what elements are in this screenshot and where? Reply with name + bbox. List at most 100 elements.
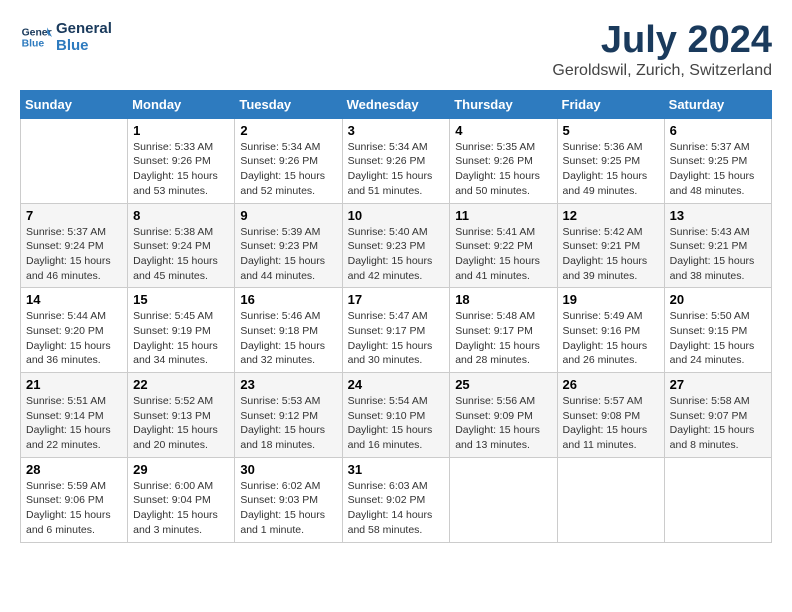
- calendar-cell: 9Sunrise: 5:39 AMSunset: 9:23 PMDaylight…: [235, 203, 342, 288]
- calendar-cell: 8Sunrise: 5:38 AMSunset: 9:24 PMDaylight…: [128, 203, 235, 288]
- day-info: Sunrise: 6:02 AMSunset: 9:03 PMDaylight:…: [240, 479, 336, 538]
- day-number: 6: [670, 123, 766, 138]
- day-info: Sunrise: 5:33 AMSunset: 9:26 PMDaylight:…: [133, 140, 229, 199]
- day-info: Sunrise: 5:50 AMSunset: 9:15 PMDaylight:…: [670, 309, 766, 368]
- logo-general: General: [56, 20, 112, 37]
- day-info: Sunrise: 5:34 AMSunset: 9:26 PMDaylight:…: [348, 140, 445, 199]
- calendar-week-4: 21Sunrise: 5:51 AMSunset: 9:14 PMDayligh…: [21, 373, 772, 458]
- day-info: Sunrise: 5:52 AMSunset: 9:13 PMDaylight:…: [133, 394, 229, 453]
- calendar-cell: 15 Sunrise: 5:45 AMSunset: 9:19 PMDayligh…: [128, 288, 235, 373]
- header: General Blue General Blue July 2024 Gero…: [20, 20, 772, 80]
- calendar-cell: 16Sunrise: 5:46 AMSunset: 9:18 PMDayligh…: [235, 288, 342, 373]
- calendar-cell: 23 Sunrise: 5:53 AMSunset: 9:12 PMDayligh…: [235, 373, 342, 458]
- day-info: Sunrise: 5:37 AMSunset: 9:24 PMDaylight:…: [26, 225, 122, 284]
- day-number: 11: [455, 208, 551, 223]
- calendar-week-5: 28 Sunrise: 5:59 AMSunset: 9:06 PMDayligh…: [21, 457, 772, 542]
- day-number: 31: [348, 462, 445, 477]
- header-day-friday: Friday: [557, 90, 664, 118]
- calendar-cell: [450, 457, 557, 542]
- day-number: 18: [455, 292, 551, 307]
- calendar-cell: [664, 457, 771, 542]
- header-day-saturday: Saturday: [664, 90, 771, 118]
- calendar-cell: 24Sunrise: 5:54 AMSunset: 9:10 PMDayligh…: [342, 373, 450, 458]
- calendar-cell: 11Sunrise: 5:41 AMSunset: 9:22 PMDayligh…: [450, 203, 557, 288]
- day-number: 21: [26, 377, 122, 392]
- calendar-table: SundayMondayTuesdayWednesdayThursdayFrid…: [20, 90, 772, 543]
- calendar-cell: 25 Sunrise: 5:56 AMSunset: 9:09 PMDayligh…: [450, 373, 557, 458]
- day-info: Sunrise: 5:54 AMSunset: 9:10 PMDaylight:…: [348, 394, 445, 453]
- calendar-cell: 2 Sunrise: 5:34 AMSunset: 9:26 PMDaylight…: [235, 118, 342, 203]
- subtitle: Geroldswil, Zurich, Switzerland: [552, 62, 772, 80]
- day-number: 4: [455, 123, 551, 138]
- calendar-cell: 22 Sunrise: 5:52 AMSunset: 9:13 PMDayligh…: [128, 373, 235, 458]
- day-info: Sunrise: 5:53 AMSunset: 9:12 PMDaylight:…: [240, 394, 336, 453]
- day-info: Sunrise: 5:56 AMSunset: 9:09 PMDaylight:…: [455, 394, 551, 453]
- calendar-cell: 7 Sunrise: 5:37 AMSunset: 9:24 PMDaylight…: [21, 203, 128, 288]
- calendar-body: 1 Sunrise: 5:33 AMSunset: 9:26 PMDaylight…: [21, 118, 772, 542]
- calendar-cell: 31 Sunrise: 6:03 AMSunset: 9:02 PMDayligh…: [342, 457, 450, 542]
- day-info: Sunrise: 6:03 AMSunset: 9:02 PMDaylight:…: [348, 479, 445, 538]
- day-info: Sunrise: 5:42 AMSunset: 9:21 PMDaylight:…: [563, 225, 659, 284]
- day-number: 25: [455, 377, 551, 392]
- calendar-cell: 14 Sunrise: 5:44 AMSunset: 9:20 PMDayligh…: [21, 288, 128, 373]
- header-day-tuesday: Tuesday: [235, 90, 342, 118]
- day-info: Sunrise: 5:49 AMSunset: 9:16 PMDaylight:…: [563, 309, 659, 368]
- day-number: 9: [240, 208, 336, 223]
- logo-icon: General Blue: [20, 21, 52, 53]
- day-info: Sunrise: 5:59 AMSunset: 9:06 PMDaylight:…: [26, 479, 122, 538]
- calendar-cell: 6 Sunrise: 5:37 AMSunset: 9:25 PMDaylight…: [664, 118, 771, 203]
- day-info: Sunrise: 5:48 AMSunset: 9:17 PMDaylight:…: [455, 309, 551, 368]
- main-title: July 2024: [552, 20, 772, 62]
- calendar-cell: 26 Sunrise: 5:57 AMSunset: 9:08 PMDayligh…: [557, 373, 664, 458]
- svg-text:Blue: Blue: [22, 39, 45, 50]
- day-info: Sunrise: 5:45 AMSunset: 9:19 PMDaylight:…: [133, 309, 229, 368]
- calendar-cell: 12 Sunrise: 5:42 AMSunset: 9:21 PMDayligh…: [557, 203, 664, 288]
- day-number: 3: [348, 123, 445, 138]
- day-number: 26: [563, 377, 659, 392]
- calendar-cell: 13Sunrise: 5:43 AMSunset: 9:21 PMDayligh…: [664, 203, 771, 288]
- calendar-cell: [21, 118, 128, 203]
- day-number: 19: [563, 292, 659, 307]
- day-info: Sunrise: 5:43 AMSunset: 9:21 PMDaylight:…: [670, 225, 766, 284]
- calendar-cell: 19 Sunrise: 5:49 AMSunset: 9:16 PMDayligh…: [557, 288, 664, 373]
- day-info: Sunrise: 5:58 AMSunset: 9:07 PMDaylight:…: [670, 394, 766, 453]
- calendar-cell: 21Sunrise: 5:51 AMSunset: 9:14 PMDayligh…: [21, 373, 128, 458]
- day-info: Sunrise: 5:34 AMSunset: 9:26 PMDaylight:…: [240, 140, 336, 199]
- day-number: 30: [240, 462, 336, 477]
- day-info: Sunrise: 5:37 AMSunset: 9:25 PMDaylight:…: [670, 140, 766, 199]
- header-row: SundayMondayTuesdayWednesdayThursdayFrid…: [21, 90, 772, 118]
- day-info: Sunrise: 5:57 AMSunset: 9:08 PMDaylight:…: [563, 394, 659, 453]
- day-number: 27: [670, 377, 766, 392]
- header-day-thursday: Thursday: [450, 90, 557, 118]
- calendar-cell: 5 Sunrise: 5:36 AMSunset: 9:25 PMDaylight…: [557, 118, 664, 203]
- day-number: 28: [26, 462, 122, 477]
- calendar-cell: 18 Sunrise: 5:48 AMSunset: 9:17 PMDayligh…: [450, 288, 557, 373]
- calendar-cell: 30 Sunrise: 6:02 AMSunset: 9:03 PMDayligh…: [235, 457, 342, 542]
- day-number: 12: [563, 208, 659, 223]
- day-number: 7: [26, 208, 122, 223]
- day-number: 23: [240, 377, 336, 392]
- header-day-monday: Monday: [128, 90, 235, 118]
- day-number: 15: [133, 292, 229, 307]
- title-area: July 2024 Geroldswil, Zurich, Switzerlan…: [552, 20, 772, 80]
- day-info: Sunrise: 5:44 AMSunset: 9:20 PMDaylight:…: [26, 309, 122, 368]
- day-number: 5: [563, 123, 659, 138]
- header-day-sunday: Sunday: [21, 90, 128, 118]
- calendar-cell: 27 Sunrise: 5:58 AMSunset: 9:07 PMDayligh…: [664, 373, 771, 458]
- day-info: Sunrise: 6:00 AMSunset: 9:04 PMDaylight:…: [133, 479, 229, 538]
- day-info: Sunrise: 5:36 AMSunset: 9:25 PMDaylight:…: [563, 140, 659, 199]
- day-number: 2: [240, 123, 336, 138]
- day-number: 29: [133, 462, 229, 477]
- day-number: 14: [26, 292, 122, 307]
- header-day-wednesday: Wednesday: [342, 90, 450, 118]
- calendar-cell: 4 Sunrise: 5:35 AMSunset: 9:26 PMDaylight…: [450, 118, 557, 203]
- day-info: Sunrise: 5:46 AMSunset: 9:18 PMDaylight:…: [240, 309, 336, 368]
- day-number: 1: [133, 123, 229, 138]
- day-info: Sunrise: 5:35 AMSunset: 9:26 PMDaylight:…: [455, 140, 551, 199]
- calendar-cell: 3 Sunrise: 5:34 AMSunset: 9:26 PMDaylight…: [342, 118, 450, 203]
- calendar-cell: 10Sunrise: 5:40 AMSunset: 9:23 PMDayligh…: [342, 203, 450, 288]
- logo: General Blue General Blue: [20, 20, 112, 54]
- day-info: Sunrise: 5:40 AMSunset: 9:23 PMDaylight:…: [348, 225, 445, 284]
- day-number: 22: [133, 377, 229, 392]
- calendar-cell: 29 Sunrise: 6:00 AMSunset: 9:04 PMDayligh…: [128, 457, 235, 542]
